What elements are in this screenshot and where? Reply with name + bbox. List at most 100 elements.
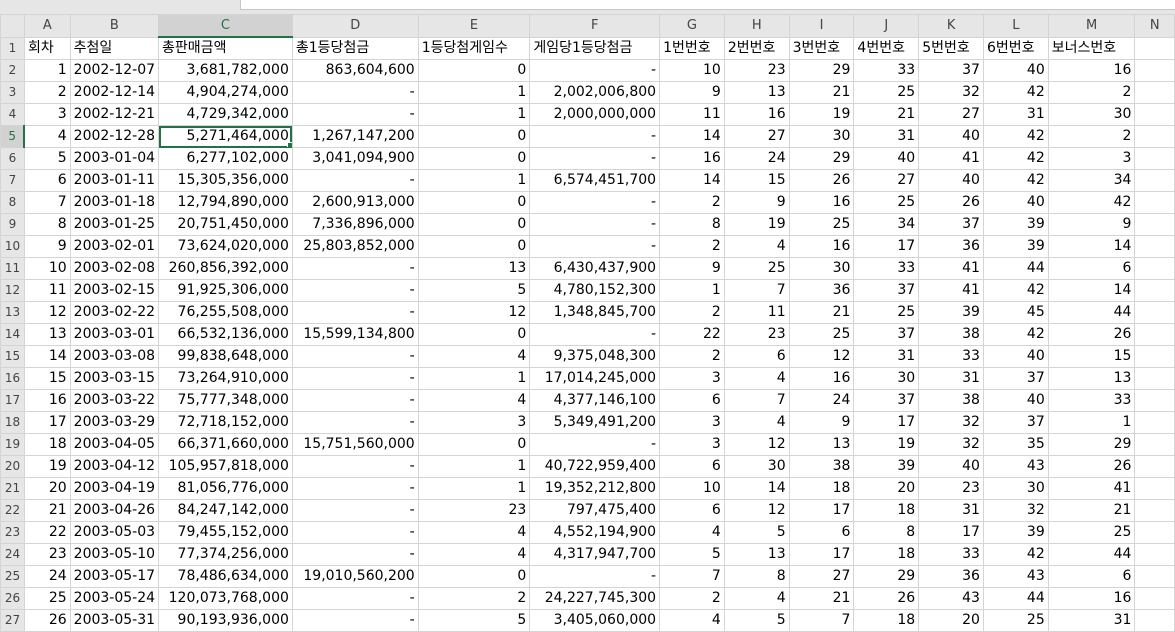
- cell-k[interactable]: 31: [918, 367, 984, 390]
- cell-h[interactable]: 15: [723, 169, 790, 192]
- cell-b[interactable]: 2003-04-12: [69, 455, 160, 478]
- cell-c[interactable]: 73,264,910,000: [158, 367, 293, 390]
- cell-k[interactable]: 40: [918, 455, 984, 478]
- cell-f[interactable]: 797,475,400: [529, 499, 661, 522]
- cell-d[interactable]: 1,267,147,200: [291, 125, 419, 148]
- cell-m[interactable]: 26: [1047, 323, 1136, 346]
- cell-m[interactable]: 25: [1047, 521, 1136, 544]
- cell-n[interactable]: [1134, 213, 1175, 236]
- cell-e[interactable]: 0: [417, 565, 531, 588]
- cell-h[interactable]: 23: [723, 59, 790, 82]
- cell-l[interactable]: 39: [982, 521, 1049, 544]
- cell-d[interactable]: -: [291, 521, 419, 544]
- cell-h[interactable]: 9: [723, 191, 790, 214]
- cell-i[interactable]: 29: [788, 147, 855, 170]
- column-header-c[interactable]: C: [158, 14, 293, 38]
- cell-h[interactable]: 5: [723, 609, 790, 632]
- cell-a[interactable]: 12: [23, 301, 71, 324]
- cell-b[interactable]: 2003-04-19: [69, 477, 160, 500]
- cell-l[interactable]: 37: [982, 367, 1049, 390]
- cell-d[interactable]: 2,600,913,000: [291, 191, 419, 214]
- cell-g[interactable]: 2: [659, 587, 725, 610]
- cell-f[interactable]: -: [529, 59, 661, 82]
- cell-j[interactable]: 37: [853, 389, 920, 412]
- cell-h[interactable]: 4: [723, 367, 790, 390]
- cell-a[interactable]: 24: [23, 565, 71, 588]
- column-header-k[interactable]: K: [918, 14, 984, 38]
- cell-a[interactable]: 6: [23, 169, 71, 192]
- cell-k[interactable]: 38: [918, 389, 984, 412]
- cell-j[interactable]: 4번번호: [853, 36, 920, 60]
- formula-input[interactable]: [240, 0, 1175, 10]
- cell-j[interactable]: 18: [853, 499, 920, 522]
- cell-c[interactable]: 75,777,348,000: [158, 389, 293, 412]
- cell-a[interactable]: 14: [23, 345, 71, 368]
- cell-i[interactable]: 25: [788, 213, 855, 236]
- cell-f[interactable]: 1,348,845,700: [529, 301, 661, 324]
- cell-i[interactable]: 24: [788, 389, 855, 412]
- cell-n[interactable]: [1134, 433, 1175, 456]
- cell-n[interactable]: [1134, 323, 1175, 346]
- cell-c[interactable]: 99,838,648,000: [158, 345, 293, 368]
- cell-h[interactable]: 6: [723, 345, 790, 368]
- cell-e[interactable]: 3: [417, 411, 531, 434]
- cell-n[interactable]: [1134, 367, 1175, 390]
- cell-k[interactable]: 20: [918, 609, 984, 632]
- cell-k[interactable]: 36: [918, 235, 984, 258]
- row-header[interactable]: 14: [0, 323, 25, 346]
- cell-j[interactable]: 20: [853, 477, 920, 500]
- cell-e[interactable]: 23: [417, 499, 531, 522]
- row-header[interactable]: 2: [0, 59, 25, 82]
- column-header-d[interactable]: D: [291, 14, 419, 38]
- cell-m[interactable]: 6: [1047, 257, 1136, 280]
- cell-k[interactable]: 27: [918, 103, 984, 126]
- cell-a[interactable]: 10: [23, 257, 71, 280]
- row-header[interactable]: 15: [0, 345, 25, 368]
- cell-m[interactable]: 보너스번호: [1047, 36, 1136, 60]
- cell-c[interactable]: 6,277,102,000: [158, 147, 293, 170]
- cell-e[interactable]: 12: [417, 301, 531, 324]
- cell-d[interactable]: 7,336,896,000: [291, 213, 419, 236]
- cell-e[interactable]: 13: [417, 257, 531, 280]
- cell-l[interactable]: 42: [982, 147, 1049, 170]
- cell-f[interactable]: -: [529, 147, 661, 170]
- cell-m[interactable]: 16: [1047, 59, 1136, 82]
- cell-m[interactable]: 44: [1047, 543, 1136, 566]
- cell-k[interactable]: 37: [918, 59, 984, 82]
- cell-d[interactable]: -: [291, 257, 419, 280]
- cell-k[interactable]: 39: [918, 301, 984, 324]
- cell-b[interactable]: 2002-12-28: [69, 125, 160, 148]
- formula-bar[interactable]: [0, 0, 1175, 14]
- cell-b[interactable]: 2003-01-18: [69, 191, 160, 214]
- cell-m[interactable]: 31: [1047, 609, 1136, 632]
- cell-n[interactable]: [1134, 125, 1175, 148]
- cell-l[interactable]: 42: [982, 323, 1049, 346]
- cell-e[interactable]: 4: [417, 521, 531, 544]
- cell-a[interactable]: 19: [23, 455, 71, 478]
- cell-k[interactable]: 26: [918, 191, 984, 214]
- cell-k[interactable]: 41: [918, 147, 984, 170]
- cell-g[interactable]: 5: [659, 543, 725, 566]
- cell-l[interactable]: 32: [982, 499, 1049, 522]
- row-header[interactable]: 6: [0, 147, 25, 170]
- cell-a[interactable]: 회차: [23, 36, 71, 60]
- cell-f[interactable]: 5,349,491,200: [529, 411, 661, 434]
- cell-i[interactable]: 30: [788, 257, 855, 280]
- cell-f[interactable]: 24,227,745,300: [529, 587, 661, 610]
- cell-h[interactable]: 5: [723, 521, 790, 544]
- cell-n[interactable]: [1134, 235, 1175, 258]
- cell-e[interactable]: 1: [417, 103, 531, 126]
- cell-n[interactable]: [1134, 389, 1175, 412]
- column-header-l[interactable]: L: [982, 14, 1049, 38]
- cell-b[interactable]: 2003-03-15: [69, 367, 160, 390]
- cell-j[interactable]: 25: [853, 81, 920, 104]
- cell-i[interactable]: 38: [788, 455, 855, 478]
- column-header-e[interactable]: E: [417, 14, 531, 38]
- cell-e[interactable]: 0: [417, 213, 531, 236]
- row-header[interactable]: 16: [0, 367, 25, 390]
- cell-e[interactable]: 0: [417, 191, 531, 214]
- cell-d[interactable]: -: [291, 455, 419, 478]
- cell-c[interactable]: 66,371,660,000: [158, 433, 293, 456]
- cell-m[interactable]: 3: [1047, 147, 1136, 170]
- cell-c[interactable]: 78,486,634,000: [158, 565, 293, 588]
